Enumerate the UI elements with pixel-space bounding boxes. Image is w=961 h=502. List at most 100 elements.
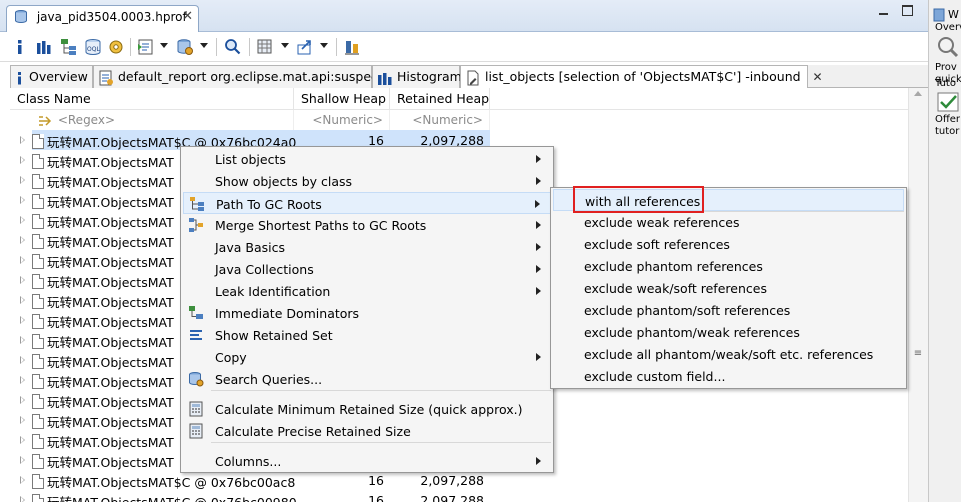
expand-arrow-icon[interactable]: [20, 396, 25, 404]
submenu-item-exclude-phantom-weak-references[interactable]: exclude phantom/weak references: [553, 321, 904, 343]
right-view-pane: W Overv Prov quick Tuto Offer tutor: [928, 0, 961, 502]
menu-item-show-retained-set[interactable]: Show Retained Set: [183, 324, 551, 346]
column-header-class-name[interactable]: Class Name: [10, 88, 294, 110]
submenu-item-exclude-weak-references[interactable]: exclude weak references: [553, 211, 904, 233]
shallow-heap-cell: 16: [368, 493, 384, 502]
dominator-tree-icon[interactable]: [60, 38, 78, 56]
chevron-down-icon[interactable]: [320, 43, 328, 48]
close-icon[interactable]: ✕: [182, 9, 193, 24]
chevron-down-icon[interactable]: [160, 43, 168, 48]
submenu-arrow-icon: [536, 155, 541, 163]
menu-item-leak-identification[interactable]: Leak Identification: [183, 280, 551, 302]
column-header-shallow-heap[interactable]: Shallow Heap: [294, 88, 390, 110]
menu-item-merge-shortest-paths-to-gc-roots[interactable]: Merge Shortest Paths to GC Roots: [183, 214, 551, 236]
export-icon[interactable]: [296, 38, 314, 56]
magnifier-icon[interactable]: [937, 36, 959, 58]
heap-dump-overview-icon[interactable]: [256, 38, 274, 56]
query-browser-icon[interactable]: [176, 38, 194, 56]
close-icon[interactable]: ✕: [813, 70, 823, 84]
submenu-item-exclude-phantom-soft-references[interactable]: exclude phantom/soft references: [553, 299, 904, 321]
submenu-item-exclude-soft-references[interactable]: exclude soft references: [553, 233, 904, 255]
expand-arrow-icon[interactable]: [20, 496, 25, 502]
tab-default-report[interactable]: default_report org.eclipse.mat.api:suspe…: [93, 65, 389, 88]
expand-arrow-icon[interactable]: [20, 436, 25, 444]
expand-arrow-icon[interactable]: [20, 316, 25, 324]
annotation-highlight-box: [573, 186, 704, 213]
oql-icon[interactable]: OQL: [84, 38, 102, 56]
editor-tab-heap-dump[interactable]: java_pid3504.0003.hprof ✕: [6, 5, 199, 32]
tab-overview[interactable]: Overview: [10, 65, 93, 88]
search-icon[interactable]: [224, 38, 242, 56]
menu-item-immediate-dominators[interactable]: Immediate Dominators: [183, 302, 551, 324]
menu-item-path-to-gc-roots[interactable]: Path To GC Roots: [183, 192, 551, 214]
expand-arrow-icon[interactable]: [20, 336, 25, 344]
expand-arrow-icon[interactable]: [20, 216, 25, 224]
class-name-text: 玩转MAT.ObjectsMAT: [47, 395, 174, 410]
run-report-icon[interactable]: [137, 38, 155, 56]
retained-heap-cell: 2,097,288: [420, 473, 484, 488]
shallow-heap-cell: 16: [368, 473, 384, 488]
column-header-retained-heap[interactable]: Retained Heap: [390, 88, 490, 110]
svg-text:OQL: OQL: [87, 46, 100, 53]
menu-item-calculate-minimum-retained-size-quick-approx[interactable]: Calculate Minimum Retained Size (quick a…: [183, 398, 551, 420]
minimize-icon[interactable]: [878, 6, 890, 18]
editor-tab-bar: java_pid3504.0003.hprof ✕: [0, 0, 928, 32]
submenu-item-exclude-all-phantom-weak-soft-etc-references[interactable]: exclude all phantom/weak/soft etc. refer…: [553, 343, 904, 365]
expand-arrow-icon[interactable]: [20, 356, 25, 364]
result-tab-bar: Overview default_report org.eclipse.mat.…: [10, 65, 928, 89]
expand-arrow-icon[interactable]: [20, 416, 25, 424]
object-icon: [32, 254, 44, 269]
menu-item-java-collections[interactable]: Java Collections: [183, 258, 551, 280]
expand-arrow-icon[interactable]: [20, 456, 25, 464]
menu-item-calculate-precise-retained-size[interactable]: Calculate Precise Retained Size: [183, 420, 551, 442]
expand-arrow-icon[interactable]: [20, 256, 25, 264]
table-row[interactable]: 玩转MAT.ObjectsMAT$C @ 0x76bc00980 16 2,097,…: [10, 490, 908, 502]
toolbar-separator: [336, 38, 337, 56]
submenu-item-exclude-weak-soft-references[interactable]: exclude weak/soft references: [553, 277, 904, 299]
retained-heap-filter-input[interactable]: <Numeric>: [390, 110, 490, 130]
toolbar: OQL: [0, 32, 928, 62]
thread-overview-icon[interactable]: [107, 38, 125, 56]
expand-arrow-icon[interactable]: [20, 376, 25, 384]
vertical-scrollbar[interactable]: ≡: [908, 88, 928, 502]
tab-histogram[interactable]: Histogram: [372, 65, 462, 88]
tutorial-check-icon[interactable]: [937, 92, 959, 112]
info-icon[interactable]: [14, 38, 26, 56]
scrollbar-grip[interactable]: ≡: [912, 348, 924, 360]
menu-item-label: Path To GC Roots: [216, 197, 322, 212]
list-objects-icon: [465, 70, 481, 86]
submenu-item-exclude-custom-field[interactable]: exclude custom field...: [553, 365, 904, 387]
regex-filter-input[interactable]: <Regex>: [32, 110, 294, 130]
scroll-up-icon[interactable]: [914, 91, 922, 96]
expand-arrow-icon[interactable]: [20, 176, 25, 184]
shallow-heap-filter-input[interactable]: <Numeric>: [294, 110, 390, 130]
tab-list-objects[interactable]: list_objects [selection of 'ObjectsMAT$C…: [460, 65, 823, 89]
menu-item-columns[interactable]: Columns...: [183, 450, 551, 472]
maximize-icon[interactable]: [902, 5, 913, 16]
table-row[interactable]: 玩转MAT.ObjectsMAT$C @ 0x76bc00ac8 16 2,097,…: [10, 470, 908, 490]
expand-arrow-icon[interactable]: [20, 156, 25, 164]
cheat-sheet-icon[interactable]: [933, 8, 945, 22]
menu-item-copy[interactable]: Copy: [183, 346, 551, 368]
expand-arrow-icon[interactable]: [20, 196, 25, 204]
database-icon: [13, 9, 29, 25]
expand-arrow-icon[interactable]: [20, 296, 25, 304]
object-icon: [32, 334, 44, 349]
menu-item-show-objects-by-class[interactable]: Show objects by class: [183, 170, 551, 192]
expand-arrow-icon[interactable]: [20, 136, 25, 144]
expand-arrow-icon[interactable]: [20, 476, 25, 484]
chevron-down-icon[interactable]: [200, 43, 208, 48]
menu-item-java-basics[interactable]: Java Basics: [183, 236, 551, 258]
menu-item-label: Copy: [215, 350, 247, 365]
submenu-item-exclude-phantom-references[interactable]: exclude phantom references: [553, 255, 904, 277]
expand-arrow-icon[interactable]: [20, 236, 25, 244]
calculator-icon: [188, 401, 204, 417]
histogram-icon[interactable]: [36, 38, 52, 56]
pin-icon[interactable]: [343, 38, 361, 56]
expand-arrow-icon[interactable]: [20, 276, 25, 284]
menu-item-search-queries[interactable]: Search Queries...: [183, 368, 551, 390]
chevron-down-icon[interactable]: [281, 43, 289, 48]
menu-item-list-objects[interactable]: List objects: [183, 148, 551, 170]
menu-item-label: Columns...: [215, 454, 282, 469]
class-name-cell: 玩转MAT.ObjectsMAT$C @ 0x76bc00ac8: [32, 470, 304, 490]
